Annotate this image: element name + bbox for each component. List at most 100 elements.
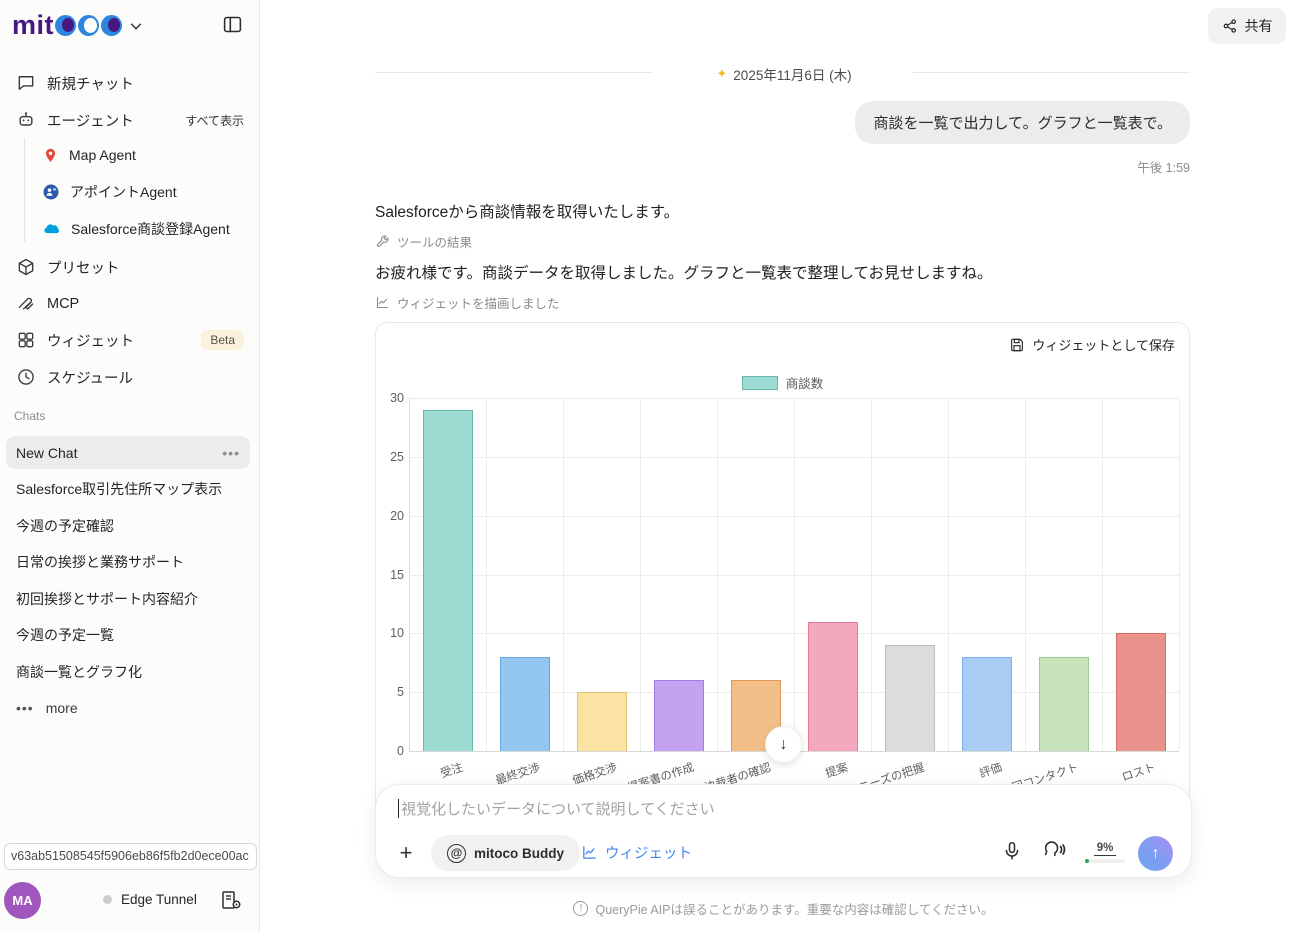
date-divider-line <box>913 72 1190 73</box>
edge-tunnel-status: Edge Tunnel <box>103 892 197 907</box>
bar-提案書の作成[interactable] <box>653 680 704 751</box>
gridline <box>794 398 795 751</box>
send-button[interactable]: ↑ <box>1138 836 1173 871</box>
bar-最終交渉[interactable] <box>499 656 550 751</box>
x-tick-label: 評価 <box>977 761 1004 781</box>
logo-c-icon <box>78 15 99 36</box>
agent-item[interactable]: Map Agent <box>42 140 252 170</box>
chat-list-item[interactable]: 今週の予定一覧 <box>6 619 250 652</box>
agent-indent-guide <box>24 138 25 242</box>
sidebar-item-widget[interactable]: ウィジェット Beta <box>0 323 260 357</box>
gridline <box>640 398 641 751</box>
sidebar: mit 新規チャット エージェント すべて表示 Map Agent アポイントAg… <box>0 0 260 932</box>
chat-options-icon[interactable]: ••• <box>222 445 240 461</box>
chats-more-button[interactable]: ••• more <box>16 700 78 716</box>
y-tick-label: 0 <box>397 744 404 758</box>
widget-mode-button[interactable]: ウィジェット <box>581 842 692 863</box>
chat-list-item[interactable]: 今週の予定確認 <box>6 509 250 542</box>
bar-chart-plot: 0 5 10 15 20 25 30 受注 最終交渉 価格交渉 提案書の作成 決裁者の確認 提案 ニーズの… <box>390 391 1180 798</box>
chat-title: 今週の予定確認 <box>16 517 114 534</box>
save-widget-label: ウィジェットとして保存 <box>1032 338 1175 353</box>
chat-title: 今週の予定一覧 <box>16 627 114 643</box>
gridline <box>948 398 949 751</box>
save-widget-button[interactable]: ウィジェットとして保存 <box>1009 335 1175 354</box>
sidebar-collapse-button[interactable] <box>222 14 243 35</box>
sidebar-item-agents[interactable]: エージェント すべて表示 <box>0 103 260 137</box>
clock-icon <box>18 369 34 385</box>
x-tick-label: 受注 <box>438 761 465 781</box>
chat-list-item[interactable]: 初回挨拶とサポート内容紹介 <box>6 582 250 615</box>
share-button[interactable]: 共有 <box>1208 8 1286 44</box>
chat-title: 日常の挨拶と業務サポート <box>16 554 184 570</box>
legend-swatch <box>741 375 778 390</box>
voice-mode-button[interactable] <box>1042 840 1066 864</box>
agents-show-all-link[interactable]: すべて表示 <box>185 112 244 129</box>
microphone-icon <box>1005 841 1019 860</box>
chat-title: New Chat <box>16 444 78 461</box>
workspace-settings-button[interactable] <box>219 888 243 912</box>
mention-agent-pill[interactable]: @ mitoco Buddy <box>431 835 580 871</box>
salesforce-cloud-icon <box>42 220 61 239</box>
composer-placeholder: 視覚化したいデータについて説明してください <box>401 801 715 818</box>
gridline <box>1179 398 1180 751</box>
logo-text-mit: mit <box>12 10 54 40</box>
chart-legend[interactable]: 商談数 <box>376 373 1189 392</box>
printer-gear-icon <box>222 891 241 909</box>
composer-input[interactable]: 視覚化したいデータについて説明してください <box>398 798 715 819</box>
chat-list-item[interactable]: 日常の挨拶と業務サポート <box>6 546 250 579</box>
scroll-down-button[interactable]: ↓ <box>765 726 802 763</box>
wrench-icon <box>376 235 389 248</box>
tool-result-toggle[interactable]: ツールの結果 <box>375 232 472 251</box>
text-caret <box>398 799 399 818</box>
gridline <box>563 398 564 751</box>
disclaimer-text: QueryPie AIPは誤ることがあります。重要な内容は確認してください。 <box>595 903 994 917</box>
gridline <box>717 398 718 751</box>
map-pin-icon <box>42 147 59 164</box>
sidebar-item-schedule[interactable]: スケジュール <box>0 360 260 394</box>
chat-list-item[interactable]: Salesforce取引先住所マップ表示 <box>6 473 250 506</box>
token-field[interactable]: v63ab51508545f5906eb86f5fb2d0ece00ac <box>4 843 257 870</box>
sidebar-item-mcp[interactable]: MCP <box>0 287 260 321</box>
sidebar-item-label: 新規チャット <box>47 76 134 93</box>
chat-title: Salesforce取引先住所マップ表示 <box>16 481 223 497</box>
agent-name: Salesforce商談登録Agent <box>71 221 230 237</box>
user-avatar[interactable]: MA <box>4 882 41 919</box>
widget-drawn-toggle[interactable]: ウィジェットを描画しました <box>375 293 560 312</box>
chat-list-item[interactable]: 商談一覧とグラフ化 <box>6 655 250 688</box>
agent-item[interactable]: Salesforce商談登録Agent <box>42 214 252 244</box>
y-tick-label: 30 <box>390 391 404 405</box>
bar-受注[interactable] <box>422 409 473 751</box>
robot-icon <box>19 112 33 126</box>
gridline <box>1025 398 1026 751</box>
bar-価格交渉[interactable] <box>576 692 627 751</box>
edge-tunnel-label: Edge Tunnel <box>121 892 197 907</box>
sidebar-item-new-chat[interactable]: 新規チャット <box>0 66 260 100</box>
y-tick-label: 20 <box>390 508 404 523</box>
chat-list-item[interactable]: New Chat ••• <box>6 436 250 469</box>
agent-item[interactable]: アポイントAgent <box>42 177 252 207</box>
sidebar-item-label: MCP <box>47 296 80 312</box>
bar-ロスト[interactable] <box>1115 633 1166 751</box>
sidebar-item-preset[interactable]: プリセット <box>0 250 260 284</box>
sparkle-icon: ✦ <box>716 66 728 81</box>
save-icon <box>1011 338 1024 351</box>
sidebar-item-label: スケジュール <box>47 370 133 387</box>
chats-section-header: Chats <box>14 409 46 423</box>
grid-icon <box>18 332 34 348</box>
usage-quota: 9% <box>1085 838 1125 863</box>
microphone-button[interactable] <box>1001 840 1023 862</box>
panel-icon <box>223 16 242 33</box>
ellipsis-icon: ••• <box>16 700 34 716</box>
more-label: more <box>45 700 78 716</box>
beta-badge: Beta <box>201 330 244 350</box>
bar-ニーズの把握[interactable] <box>884 645 935 751</box>
legend-label: 商談数 <box>785 377 824 391</box>
assistant-message: お疲れ様です。商談データを取得しました。グラフと一覧表で整理してお見せしますね。 <box>375 265 993 282</box>
widget-mode-label: ウィジェット <box>605 846 692 862</box>
bar-評価[interactable] <box>961 656 1012 751</box>
attach-button[interactable]: + <box>393 840 419 866</box>
bar-初回コンタクト[interactable] <box>1038 656 1089 751</box>
bar-提案[interactable] <box>807 621 858 751</box>
app-logo[interactable]: mit <box>12 10 143 41</box>
x-tick-label: 提案 <box>823 761 850 781</box>
